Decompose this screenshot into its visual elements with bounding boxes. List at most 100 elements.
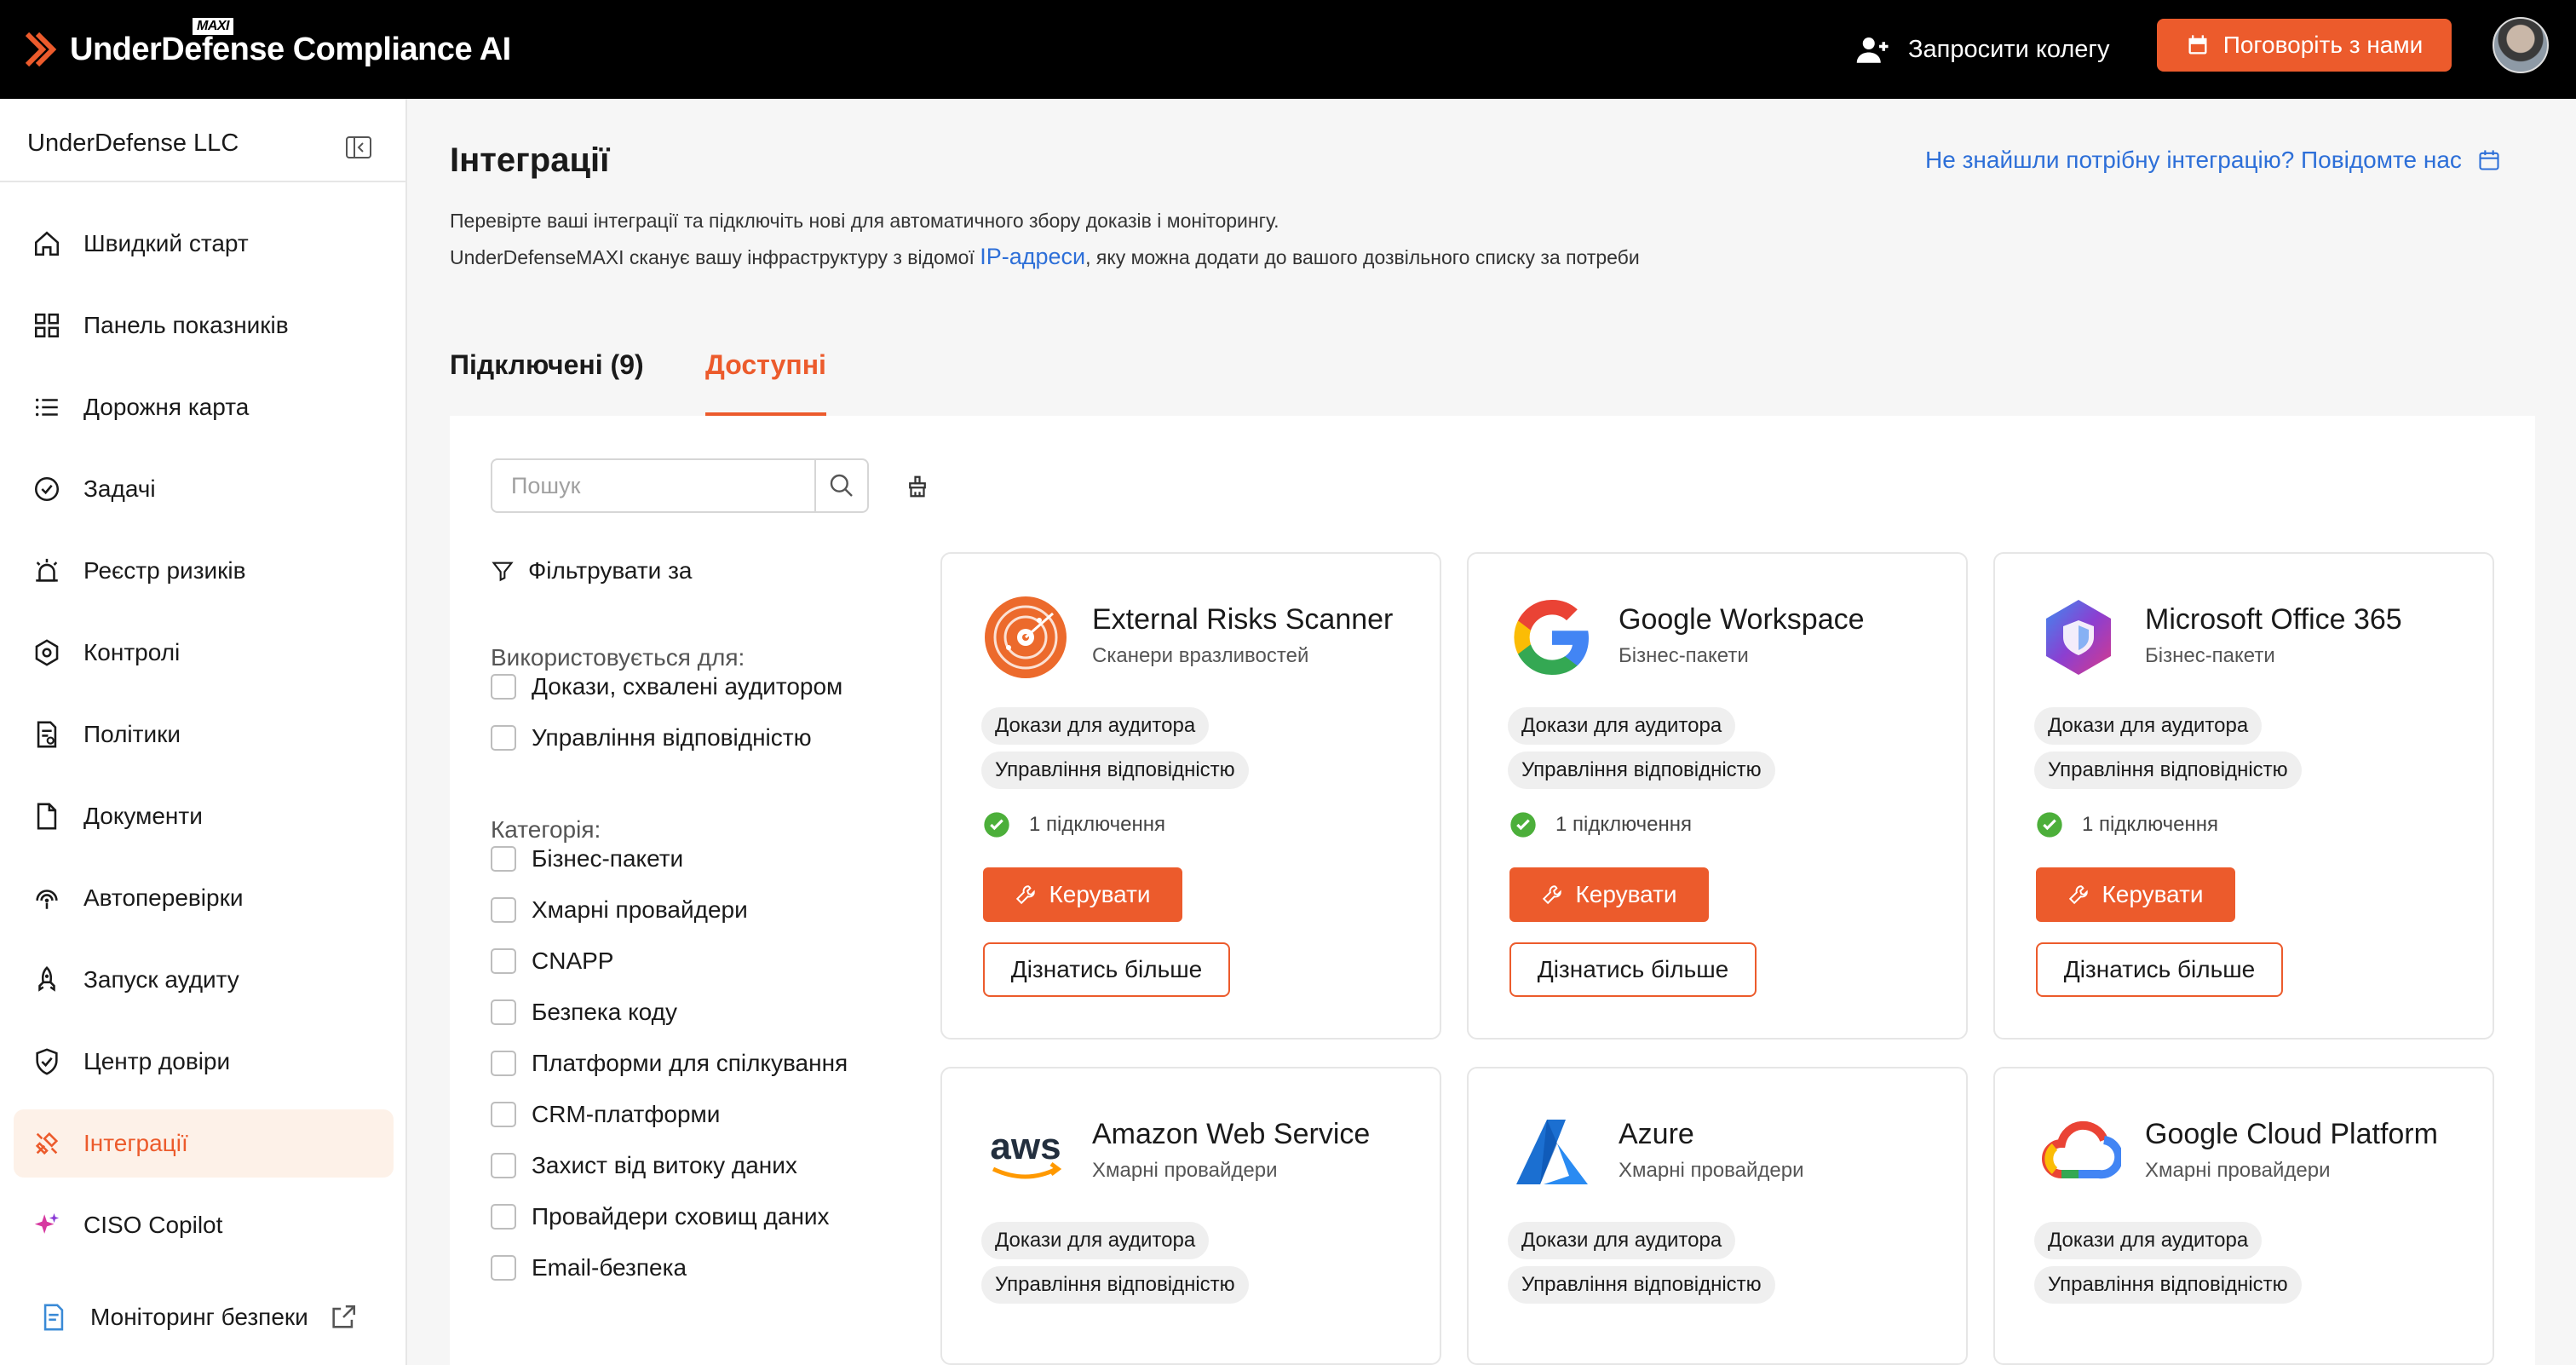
sidebar-item-documents[interactable]: Документи bbox=[14, 782, 394, 850]
filter-category-label: Категорія: bbox=[491, 816, 601, 843]
filter-checkbox-category[interactable]: Email-безпека bbox=[491, 1251, 687, 1285]
brand-badge: MAXI bbox=[193, 17, 233, 35]
filter-checkbox-category[interactable]: Хмарні провайдери bbox=[491, 893, 748, 927]
manage-button[interactable]: Керувати bbox=[1509, 867, 1709, 922]
sidebar-item-tasks[interactable]: Задачі bbox=[14, 455, 394, 523]
integration-card: External Risks Scanner Сканери вразливос… bbox=[940, 552, 1441, 1040]
invite-colleague-button[interactable]: Запросити колегу bbox=[1855, 26, 2109, 73]
search-box bbox=[491, 458, 869, 513]
filter-checkbox-category[interactable]: CNAPP bbox=[491, 944, 613, 978]
add-user-icon bbox=[1856, 37, 1889, 63]
list-icon bbox=[35, 398, 58, 417]
integration-name: Microsoft Office 365 bbox=[2145, 603, 2402, 636]
integration-category: Хмарні провайдери bbox=[2145, 1159, 2331, 1182]
dashboard-grid-icon bbox=[34, 313, 60, 338]
manage-button[interactable]: Керувати bbox=[983, 867, 1182, 922]
learn-more-button[interactable]: Дізнатись більше bbox=[2036, 942, 2283, 997]
search-button[interactable] bbox=[814, 460, 867, 511]
integration-card: Microsoft Office 365 Бізнес-пакети Доказ… bbox=[1993, 552, 2494, 1040]
integration-name: External Risks Scanner bbox=[1092, 603, 1394, 636]
connection-status-label: 1 підключення bbox=[1029, 813, 1165, 836]
broom-clear-icon[interactable] bbox=[905, 474, 930, 499]
brand-mark-icon bbox=[24, 29, 58, 70]
tag: Управління відповідністю bbox=[1508, 1266, 1775, 1304]
sidebar-item-policies[interactable]: Політики bbox=[14, 700, 394, 769]
learn-more-button[interactable]: Дізнатись більше bbox=[983, 942, 1230, 997]
connection-status: 1 підключення bbox=[1509, 811, 1692, 838]
checkbox[interactable] bbox=[491, 1153, 516, 1178]
hexagon-icon bbox=[35, 639, 59, 666]
checkbox[interactable] bbox=[491, 1204, 516, 1230]
tab-connected[interactable]: Підключені (9) bbox=[450, 349, 644, 381]
checkbox[interactable] bbox=[491, 999, 516, 1025]
integration-card: aws Amazon Web Service Хмарні провайдери… bbox=[940, 1067, 1441, 1365]
sidebar-item-integrations[interactable]: Інтеграції bbox=[14, 1109, 394, 1178]
check-badge-icon bbox=[1510, 812, 1536, 838]
manage-label: Керувати bbox=[1049, 881, 1151, 907]
sidebar-item-label: Інтеграції bbox=[83, 1130, 188, 1156]
filter-checkbox-compliance-management[interactable]: Управління відповідністю bbox=[491, 721, 812, 755]
org-name[interactable]: UnderDefense LLC bbox=[27, 130, 239, 158]
sidebar-collapse-icon[interactable] bbox=[346, 136, 371, 158]
filter-checkbox-category[interactable]: Безпека коду bbox=[491, 995, 677, 1029]
filter-title-label: Фільтрувати за bbox=[528, 557, 693, 584]
integration-card: Google Cloud Platform Хмарні провайдери … bbox=[1993, 1067, 2494, 1365]
tag: Управління відповідністю bbox=[981, 1266, 1249, 1304]
page-description: Перевірте ваші інтеграції та підключіть … bbox=[450, 210, 1279, 232]
sidebar-item-label: Дорожня карта bbox=[83, 394, 250, 420]
sidebar-item-ciso-copilot[interactable]: CISO Copilot bbox=[14, 1191, 394, 1259]
connection-status-label: 1 підключення bbox=[2082, 813, 2218, 836]
checkbox[interactable] bbox=[491, 846, 516, 872]
checkbox-label: CNAPP bbox=[532, 947, 614, 974]
checkbox[interactable] bbox=[491, 674, 516, 700]
manage-button[interactable]: Керувати bbox=[2036, 867, 2235, 922]
user-avatar[interactable] bbox=[2493, 17, 2549, 73]
talk-label: Поговоріть з нами bbox=[2222, 32, 2424, 58]
sidebar-item-label: Моніторинг безпеки bbox=[90, 1304, 308, 1330]
sidebar-item-label: Контролі bbox=[83, 639, 181, 665]
search-input[interactable] bbox=[492, 460, 814, 511]
checkbox[interactable] bbox=[491, 725, 516, 751]
filter-checkbox-category[interactable]: Платформи для спілкування bbox=[491, 1046, 848, 1080]
filter-checkbox-auditor-evidence[interactable]: Докази, схвалені аудитором bbox=[491, 670, 842, 704]
filter-checkbox-category[interactable]: Захист від витоку даних bbox=[491, 1149, 797, 1183]
sidebar-item-security-monitoring[interactable]: Моніторинг безпеки bbox=[14, 1283, 394, 1351]
tag: Докази для аудитора bbox=[1508, 1222, 1736, 1259]
tag: Управління відповідністю bbox=[2034, 1266, 2302, 1304]
checkbox[interactable] bbox=[491, 1102, 516, 1127]
tag: Управління відповідністю bbox=[981, 752, 1249, 789]
talk-to-us-button[interactable]: Поговоріть з нами bbox=[2157, 19, 2452, 72]
sidebar-item-risk-register[interactable]: Реєстр ризиків bbox=[14, 537, 394, 605]
sidebar-item-trust-center[interactable]: Центр довіри bbox=[14, 1028, 394, 1096]
tag: Управління відповідністю bbox=[1508, 752, 1775, 789]
sidebar-item-autochecks[interactable]: Автоперевірки bbox=[14, 864, 394, 932]
sidebar-item-controls[interactable]: Контролі bbox=[14, 619, 394, 687]
checkbox[interactable] bbox=[491, 948, 516, 974]
page-title: Інтеграції bbox=[450, 141, 610, 179]
monitor-doc-icon bbox=[43, 1304, 64, 1331]
checkbox[interactable] bbox=[491, 1255, 516, 1281]
checkbox[interactable] bbox=[491, 1051, 516, 1076]
checkbox[interactable] bbox=[491, 897, 516, 923]
brand-logo[interactable]: UnderDefense Compliance AI MAXI bbox=[24, 17, 511, 75]
learn-more-button[interactable]: Дізнатись більше bbox=[1509, 942, 1757, 997]
filter-checkbox-category[interactable]: Бізнес-пакети bbox=[491, 842, 683, 876]
report-missing-integration-link[interactable]: Не знайшли потрібну інтеграцію? Повідомт… bbox=[1925, 147, 2501, 174]
home-icon bbox=[34, 231, 60, 256]
sidebar-item-roadmap[interactable]: Дорожня карта bbox=[14, 373, 394, 441]
integration-name: Amazon Web Service bbox=[1092, 1118, 1371, 1150]
checkbox-label: Email-безпека bbox=[532, 1254, 687, 1281]
tab-available[interactable]: Доступні bbox=[705, 349, 826, 381]
sidebar-item-quick-start[interactable]: Швидкий старт bbox=[14, 210, 394, 278]
azure-logo-icon bbox=[1509, 1109, 1595, 1195]
filter-title: Фільтрувати за bbox=[491, 557, 693, 585]
tag: Докази для аудитора bbox=[2034, 707, 2263, 745]
sidebar-item-dashboard[interactable]: Панель показників bbox=[14, 291, 394, 360]
filter-checkbox-category[interactable]: Провайдери сховищ даних bbox=[491, 1200, 830, 1234]
filter-checkbox-category[interactable]: CRM-платформи bbox=[491, 1097, 720, 1132]
sidebar-item-audit-launch[interactable]: Запуск аудиту bbox=[14, 946, 394, 1014]
connection-status-label: 1 підключення bbox=[1555, 813, 1692, 836]
ip-address-link[interactable]: IP-адреси bbox=[980, 244, 1085, 269]
tag: Докази для аудитора bbox=[1508, 707, 1736, 745]
checkbox-label: Хмарні провайдери bbox=[532, 896, 748, 923]
